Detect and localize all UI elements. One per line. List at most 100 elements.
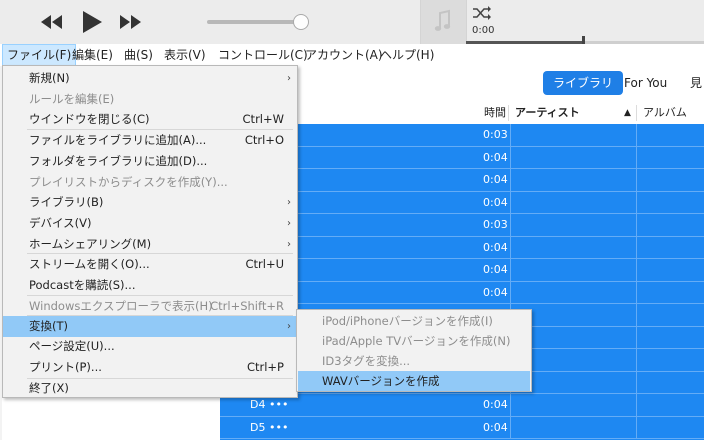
convert-submenu: iPod/iPhoneバージョンを作成(I) iPad/Apple TVバージョン…	[296, 309, 532, 392]
song-time: 0:04	[483, 173, 508, 186]
song-time: 0:04	[483, 240, 508, 254]
song-time: 0:04	[483, 285, 508, 299]
menu-item-label: 終了(X)	[29, 381, 69, 395]
album-art-placeholder	[420, 0, 467, 44]
column-album[interactable]: アルバム	[643, 102, 687, 124]
menu-item-page-setup[interactable]: ページ設定(U)...	[3, 336, 297, 357]
row-divider	[510, 124, 511, 146]
menu-item-shortcut: Ctrl+P	[246, 360, 284, 374]
column-divider[interactable]	[636, 105, 637, 121]
submenu-item-label: iPod/iPhoneバージョンを作成(I)	[322, 314, 493, 328]
row-divider	[510, 281, 511, 304]
song-time: 0:03	[483, 128, 508, 141]
menu-item-library[interactable]: ライブラリ(B) ›	[3, 192, 297, 213]
menu-separator	[27, 295, 293, 296]
file-menu-dropdown: 新規(N) › ルールを編集(E) ウインドウを閉じる(C) Ctrl+W ファイルをライ…	[2, 65, 298, 398]
song-time: 0:04	[483, 420, 508, 434]
menu-item-label: 新規(N)	[29, 71, 70, 85]
row-divider	[636, 236, 637, 259]
song-name: D5 •••	[250, 420, 289, 434]
menu-account[interactable]: アカウント(A)	[301, 44, 387, 66]
column-time[interactable]: 時間	[484, 102, 506, 124]
menu-item-add-folder[interactable]: フォルダをライブラリに追加(D)...	[3, 151, 297, 172]
music-note-icon	[434, 9, 451, 31]
player-bar: 0:00	[0, 0, 704, 44]
menu-item-exit[interactable]: 終了(X)	[3, 378, 297, 399]
row-divider	[636, 394, 637, 416]
play-icon[interactable]	[80, 9, 104, 35]
menu-item-label: ライブラリ(B)	[29, 195, 104, 209]
volume-slider[interactable]	[207, 20, 302, 24]
row-divider	[636, 146, 637, 169]
menu-file[interactable]: ファイル(F)	[2, 44, 77, 66]
menu-item-label: ウインドウを閉じる(C)	[29, 112, 150, 126]
row-divider	[510, 236, 511, 259]
chevron-right-icon: ›	[287, 218, 291, 229]
song-time: 0:04	[483, 398, 508, 411]
menu-item-print[interactable]: プリント(P)... Ctrl+P	[3, 357, 297, 378]
menu-item-label: フォルダをライブラリに追加(D)...	[29, 154, 208, 168]
row-divider	[636, 326, 637, 349]
menu-item-label: ファイルをライブラリに追加(A)...	[29, 133, 207, 147]
menu-item-burn-disc: プレイリストからディスクを作成(Y)...	[3, 172, 297, 193]
row-divider	[636, 191, 637, 214]
menu-song[interactable]: 曲(S)	[120, 44, 157, 66]
menu-item-show-in-explorer: Windowsエクスプローラで表示(H) Ctrl+Shift+R	[3, 296, 297, 317]
song-name: D4 •••	[250, 398, 289, 411]
menu-separator	[27, 129, 293, 130]
fast-forward-icon[interactable]	[116, 10, 144, 34]
row-divider	[510, 214, 511, 236]
menu-help[interactable]: ヘルプ(H)	[376, 44, 438, 66]
menu-item-label: ホームシェアリング(M)	[29, 237, 152, 251]
menu-separator	[27, 378, 293, 379]
library-nav: ライブラリ For You 見	[298, 66, 704, 102]
menu-item-new[interactable]: 新規(N) ›	[3, 68, 297, 89]
tab-library[interactable]: ライブラリ	[543, 71, 624, 95]
menu-separator	[27, 253, 293, 254]
menu-item-label: デバイス(V)	[29, 216, 92, 230]
menu-item-label: ページ設定(U)...	[29, 339, 115, 353]
menu-separator	[27, 315, 293, 316]
row-divider	[636, 214, 637, 236]
menu-controls[interactable]: コントロール(C)	[214, 44, 312, 66]
menu-item-devices[interactable]: デバイス(V) ›	[3, 213, 297, 234]
menu-item-label: プリント(P)...	[29, 360, 102, 374]
menu-view[interactable]: 表示(V)	[160, 44, 210, 66]
column-artist[interactable]: アーティスト	[515, 102, 580, 124]
submenu-item-label: ID3タグを変換...	[322, 354, 411, 368]
progress-knob[interactable]	[582, 36, 585, 44]
menu-item-convert[interactable]: 変換(T) ›	[3, 316, 297, 337]
tab-for-you[interactable]: For You	[624, 71, 667, 95]
rewind-icon[interactable]	[38, 10, 66, 34]
shuffle-icon[interactable]	[472, 5, 492, 21]
row-divider	[510, 146, 511, 169]
menu-item-open-stream[interactable]: ストリームを開く(O)... Ctrl+U	[3, 254, 297, 275]
row-divider	[636, 169, 637, 191]
chevron-right-icon: ›	[287, 239, 291, 250]
menu-item-subscribe-podcast[interactable]: Podcastを購読(S)...	[3, 275, 297, 296]
submenu-item-label: iPad/Apple TVバージョンを作成(N)	[322, 334, 511, 348]
row-divider	[636, 371, 637, 394]
menu-item-home-sharing[interactable]: ホームシェアリング(M) ›	[3, 234, 297, 255]
menu-item-label: 変換(T)	[29, 319, 68, 333]
sort-ascending-icon[interactable]: ▲	[624, 102, 631, 124]
row-divider	[510, 169, 511, 191]
menu-item-shortcut: Ctrl+O	[244, 133, 284, 147]
row-divider	[636, 304, 637, 326]
column-divider[interactable]	[508, 105, 509, 121]
volume-knob[interactable]	[293, 14, 309, 30]
menu-item-add-file[interactable]: ファイルをライブラリに追加(A)... Ctrl+O	[3, 130, 297, 151]
tab-browse[interactable]: 見	[690, 71, 702, 95]
menu-item-shortcut: Ctrl+U	[245, 257, 284, 271]
row-divider	[636, 259, 637, 281]
submenu-item-create-wav-version[interactable]: WAVバージョンを作成	[298, 371, 530, 391]
row-divider	[510, 416, 511, 439]
table-row[interactable]: D5 ••• 0:04	[220, 416, 704, 439]
menu-item-label: Podcastを購読(S)...	[29, 278, 136, 292]
menu-bar: ファイル(F) 編集(E) 曲(S) 表示(V) コントロール(C) アカウント…	[0, 44, 704, 67]
row-divider	[510, 394, 511, 416]
elapsed-time: 0:00	[472, 25, 495, 36]
menu-item-close-window[interactable]: ウインドウを閉じる(C) Ctrl+W	[3, 109, 297, 130]
menu-edit[interactable]: 編集(E)	[68, 44, 117, 66]
submenu-item-create-ipod-version: iPod/iPhoneバージョンを作成(I)	[298, 311, 530, 331]
